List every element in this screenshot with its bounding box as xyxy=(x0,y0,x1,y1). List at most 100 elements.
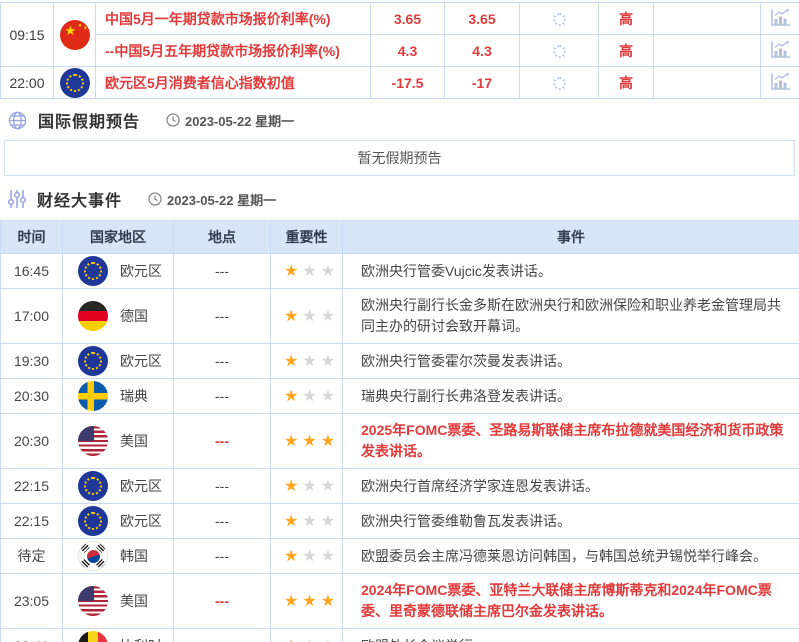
star-icon: ★ xyxy=(284,593,298,610)
event-description: 欧盟委员会主席冯德莱恩访问韩国，与韩国总统尹锡悦举行峰会。 xyxy=(343,539,799,574)
empty-cell xyxy=(654,67,761,99)
holiday-empty-text: 暂无假期预告 xyxy=(358,148,442,168)
flag-icon-de xyxy=(78,301,108,331)
star-icon: ★ xyxy=(284,638,298,642)
importance-stars: ★ ★ ★ xyxy=(271,629,343,642)
star-icon: ★ xyxy=(302,308,316,325)
star-icon: ★ xyxy=(284,308,298,325)
economic-flag-cell xyxy=(54,67,96,99)
event-row: 17:00德国---★★★欧洲央行副行长金多斯在欧洲央行和欧洲保险和职业养老金管… xyxy=(1,289,799,344)
sliders-icon xyxy=(8,189,26,209)
events-section-title: 财经大事件 xyxy=(37,187,122,211)
star-icon: ★ xyxy=(321,308,335,325)
country-wrap: 美国 xyxy=(78,426,173,456)
star-icon: ★ xyxy=(302,593,316,610)
event-time: 17:00 xyxy=(1,289,63,344)
importance-badge: 高 xyxy=(599,67,654,99)
events-section-header: 财经大事件 2023-05-22 星期一 xyxy=(8,187,799,211)
star-icon: ★ xyxy=(321,638,335,642)
event-country-cell: 美国 xyxy=(63,574,174,629)
chart-cell xyxy=(761,67,799,99)
country-label: 欧元区 xyxy=(120,476,162,496)
events-table-body: 16:45欧元区---★★★欧洲央行管委Vujcic发表讲话。17:00德国--… xyxy=(1,254,799,642)
flag-icon-be xyxy=(78,631,108,642)
event-row: 待定韩国---★★★欧盟委员会主席冯德莱恩访问韩国，与韩国总统尹锡悦举行峰会。 xyxy=(1,539,799,574)
importance-badge: 高 xyxy=(599,35,654,67)
column-header-2: 地点 xyxy=(174,221,271,254)
empty-cell xyxy=(654,3,761,35)
flag-icon-kr xyxy=(78,541,108,571)
country-wrap: 美国 xyxy=(78,586,173,616)
star-icon: ★ xyxy=(321,513,335,530)
economic-event-name[interactable]: 中国5月一年期贷款市场报价利率(%) xyxy=(96,3,371,35)
holiday-date-label: 2023-05-22 星期一 xyxy=(185,111,294,130)
event-location: --- xyxy=(174,574,271,629)
event-time: 22:15 xyxy=(1,469,63,504)
event-time: 23:46 xyxy=(1,629,63,642)
event-time: 20:30 xyxy=(1,414,63,469)
event-description: 欧洲央行管委Vujcic发表讲话。 xyxy=(343,254,799,289)
event-description: 欧洲央行管委维勒鲁瓦发表讲话。 xyxy=(343,504,799,539)
event-description: 欧洲央行副行长金多斯在欧洲央行和欧洲保险和职业养老金管理局共同主办的研讨会致开幕… xyxy=(343,289,799,344)
event-location: --- xyxy=(174,539,271,574)
country-label: 美国 xyxy=(120,591,148,611)
column-header-4: 事件 xyxy=(343,221,799,254)
country-wrap: 比利时 xyxy=(78,631,173,642)
forecast-value: -17 xyxy=(445,67,520,99)
star-icon: ★ xyxy=(302,478,316,495)
bar-chart-icon[interactable] xyxy=(770,72,791,91)
bar-chart-icon[interactable] xyxy=(770,40,791,59)
event-row: 22:15欧元区---★★★欧洲央行首席经济学家连恩发表讲话。 xyxy=(1,469,799,504)
star-icon: ★ xyxy=(302,548,316,565)
country-label: 比利时 xyxy=(120,636,162,642)
event-time: 16:45 xyxy=(1,254,63,289)
star-icon: ★ xyxy=(321,548,335,565)
star-icon: ★ xyxy=(302,638,316,642)
flag-icon-eu xyxy=(78,506,108,536)
kr-trigram xyxy=(80,559,90,569)
event-description: 2025年FOMC票委、圣路易斯联储主席布拉德就美国经济和货币政策发表讲话。 xyxy=(343,414,799,469)
events-date-label: 2023-05-22 星期一 xyxy=(167,190,276,209)
country-label: 欧元区 xyxy=(120,261,162,281)
event-country-cell: 欧元区 xyxy=(63,469,174,504)
forecast-value: 3.65 xyxy=(445,3,520,35)
star-icon: ★ xyxy=(321,478,335,495)
economic-data-table: 09:15中国5月一年期贷款市场报价利率(%)3.653.65高--中国5月五年… xyxy=(0,2,799,99)
economic-event-name[interactable]: 欧元区5月消费者信心指数初值 xyxy=(96,67,371,99)
country-label: 欧元区 xyxy=(120,351,162,371)
column-header-3: 重要性 xyxy=(271,221,343,254)
star-icon: ★ xyxy=(284,388,298,405)
event-country-cell: 韩国 xyxy=(63,539,174,574)
kr-trigram xyxy=(96,543,106,553)
events-table-head: 时间国家地区地点重要性事件 xyxy=(1,221,799,254)
page: { "colors": { "accent_red": "#e03a3a", "… xyxy=(0,2,799,642)
event-description: 2024年FOMC票委、亚特兰大联储主席博斯蒂克和2024年FOMC票委、里奇蒙… xyxy=(343,574,799,629)
holiday-date: 2023-05-22 星期一 xyxy=(166,111,294,130)
spinner-icon xyxy=(553,77,566,90)
event-country-cell: 欧元区 xyxy=(63,254,174,289)
event-country-cell: 瑞典 xyxy=(63,379,174,414)
chart-cell xyxy=(761,3,799,35)
country-wrap: 德国 xyxy=(78,301,173,331)
clock-icon xyxy=(166,113,180,127)
event-time: 22:15 xyxy=(1,504,63,539)
bar-chart-icon[interactable] xyxy=(770,8,791,27)
importance-stars: ★★★ xyxy=(271,414,343,469)
event-row: 22:15欧元区---★★★欧洲央行管委维勒鲁瓦发表讲话。 xyxy=(1,504,799,539)
star-icon: ★ xyxy=(284,513,298,530)
country-label: 德国 xyxy=(120,306,148,326)
spinner-icon xyxy=(553,45,566,58)
event-country-cell: 欧元区 xyxy=(63,344,174,379)
event-row: 20:30瑞典---★★★瑞典央行副行长弗洛登发表讲话。 xyxy=(1,379,799,414)
star-icon: ★ xyxy=(284,263,298,280)
economic-time: 22:00 xyxy=(1,67,54,99)
importance-badge: 高 xyxy=(599,3,654,35)
column-header-1: 国家地区 xyxy=(63,221,174,254)
country-wrap: 欧元区 xyxy=(78,346,173,376)
flag-icon-eu xyxy=(78,256,108,286)
economic-event-name[interactable]: --中国5月五年期贷款市场报价利率(%) xyxy=(96,35,371,67)
economic-row: 22:00欧元区5月消费者信心指数初值-17.5-17高 xyxy=(1,67,799,99)
event-description: 欧洲央行首席经济学家连恩发表讲话。 xyxy=(343,469,799,504)
holiday-section-title: 国际假期预告 xyxy=(38,108,140,132)
event-row: 23:46比利时---★★★欧盟外长会议举行。 xyxy=(1,629,799,642)
